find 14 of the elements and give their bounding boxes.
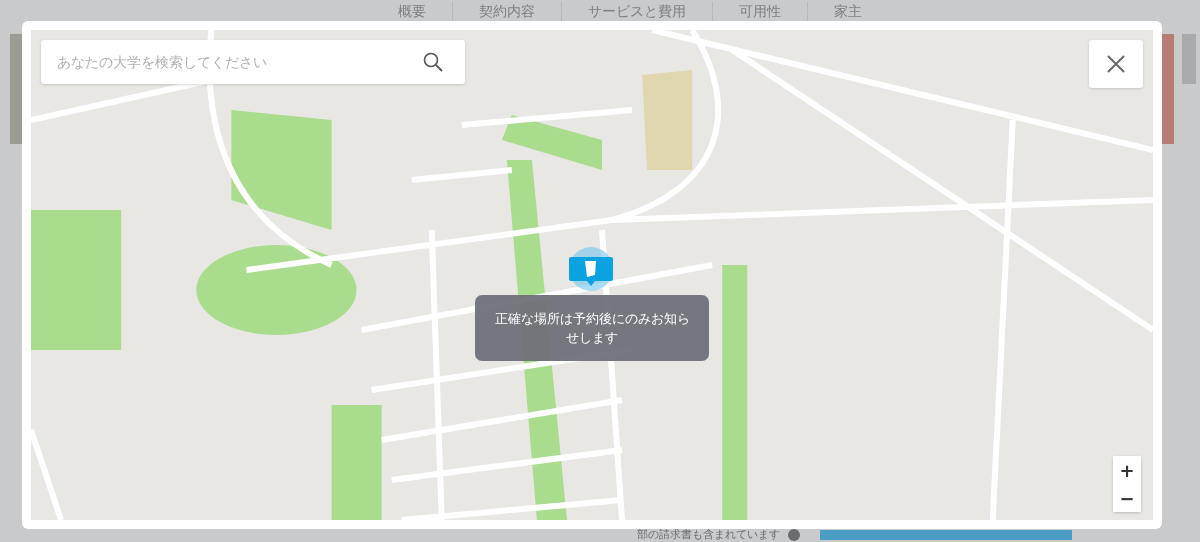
location-tooltip: 正確な場所は予約後にのみお知らせします (475, 295, 709, 361)
nav-tab[interactable]: 概要 (372, 3, 452, 21)
zoom-in-button[interactable]: + (1113, 456, 1141, 484)
close-icon[interactable] (1106, 54, 1126, 74)
nav-tab[interactable]: 家主 (808, 3, 888, 21)
scrollbar[interactable] (1182, 34, 1196, 84)
nav-tab[interactable]: 契約内容 (453, 3, 561, 21)
nav-tab[interactable]: 可用性 (713, 3, 807, 21)
price-note: 部の請求書も含まれています (637, 528, 780, 542)
zoom-out-button[interactable]: − (1113, 484, 1141, 512)
search-icon[interactable] (421, 50, 445, 74)
close-button[interactable] (1089, 40, 1143, 88)
nav-tab[interactable]: サービスと費用 (562, 3, 712, 21)
search-field[interactable]: あなたの大学を検索してください (41, 40, 465, 84)
